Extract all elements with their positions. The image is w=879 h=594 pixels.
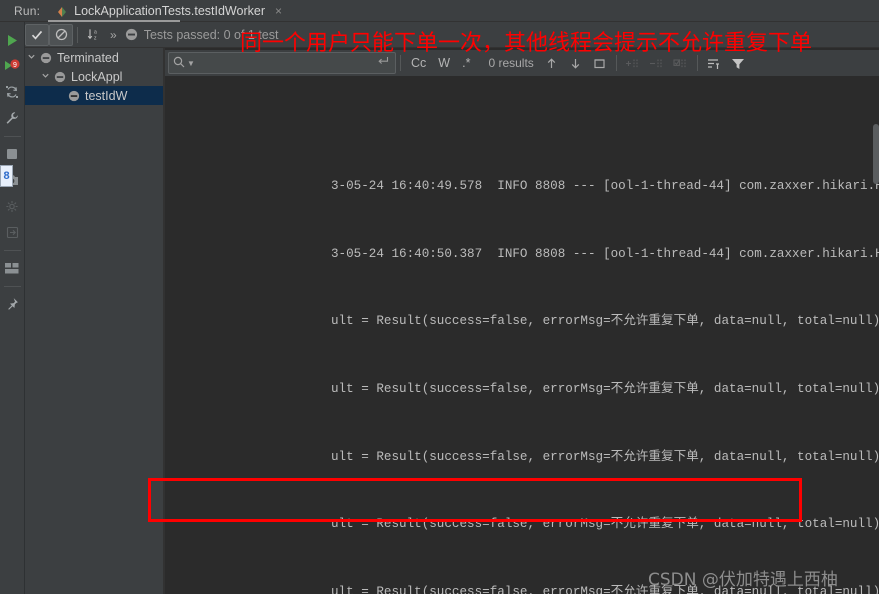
tree-item-label: Terminated	[57, 50, 119, 65]
log-line: ult = Result(success=false, errorMsg=不允许…	[331, 449, 879, 464]
search-history-chevron-icon[interactable]: ▼	[187, 59, 195, 68]
tree-item-label: LockAppl	[71, 69, 123, 84]
run-label: Run:	[14, 3, 41, 18]
dump-threads-button	[1, 194, 23, 218]
rerun-button[interactable]	[1, 28, 23, 52]
rerun-failed-tests-button[interactable]: 9	[1, 54, 23, 78]
pin-tab-button[interactable]	[1, 292, 23, 316]
toolbar-divider	[3, 136, 21, 137]
terminated-icon	[52, 71, 67, 83]
run-actions-toolbar: 9 8	[0, 22, 25, 594]
search-divider	[400, 55, 401, 71]
tab-title: LockApplicationTests.testIdWorker	[74, 3, 265, 18]
close-icon[interactable]: ×	[275, 4, 282, 18]
breakpoint-edge-marker: 8	[0, 165, 13, 187]
toolbar-divider-2	[3, 250, 21, 251]
console-output-area[interactable]: 3-05-24 16:40:49.578 INFO 8808 --- [ool-…	[165, 48, 879, 594]
search-input[interactable]	[196, 56, 377, 70]
tree-item-testidworker[interactable]: testIdW	[25, 86, 163, 105]
log-line: 3-05-24 16:40:49.578 INFO 8808 --- [ool-…	[331, 179, 879, 194]
toolbar-divider-3	[3, 286, 21, 287]
stop-button[interactable]	[1, 142, 23, 166]
run-tab-bar: Run: LockApplicationTests.testIdWorker ×	[0, 0, 879, 22]
sort-alphabetically-button[interactable]: a z	[82, 24, 106, 46]
expand-toolbar-button[interactable]: »	[106, 28, 121, 42]
test-tree-panel: Terminated LockAppl testIdW	[25, 48, 163, 578]
svg-text:9: 9	[13, 62, 17, 69]
chevron-down-icon[interactable]	[39, 71, 52, 82]
tab-lockapplicationtests[interactable]: LockApplicationTests.testIdWorker ×	[50, 0, 290, 22]
console-log-lines: 3-05-24 16:40:49.578 INFO 8808 --- [ool-…	[330, 124, 879, 594]
toolbar-divider	[77, 26, 78, 43]
show-passed-toggle[interactable]	[25, 23, 49, 46]
toggle-auto-test-button[interactable]	[1, 80, 23, 104]
watermark-text: CSDN @伏加特遇上西柚	[648, 570, 838, 590]
log-line: ult = Result(success=false, errorMsg=不允许…	[331, 517, 879, 532]
tree-item-terminated[interactable]: Terminated	[25, 48, 163, 67]
annotation-headline: 同一个用户只能下单一次，其他线程会提示不允许重复下单	[240, 31, 813, 56]
svg-text:a: a	[94, 29, 97, 35]
show-ignored-toggle[interactable]	[49, 23, 73, 46]
search-icon	[173, 56, 185, 71]
wrap-return-icon[interactable]	[377, 56, 389, 70]
chevron-down-icon[interactable]	[25, 52, 38, 63]
settings-wrench-button[interactable]	[1, 106, 23, 130]
terminated-icon	[125, 28, 137, 41]
tree-item-lockapplicationtests[interactable]: LockAppl	[25, 67, 163, 86]
export-test-results-button	[1, 220, 23, 244]
search-divider-2	[615, 55, 617, 71]
console-vertical-scrollbar[interactable]	[873, 124, 879, 184]
tree-item-label: testIdW	[85, 88, 128, 103]
svg-text:z: z	[94, 36, 97, 41]
test-run-configuration-icon	[56, 5, 68, 17]
log-line: ult = Result(success=false, errorMsg=不允许…	[331, 382, 879, 397]
terminated-icon	[66, 90, 81, 102]
ide-run-tool-window: Run: LockApplicationTests.testIdWorker ×…	[0, 0, 879, 594]
search-divider-3	[696, 55, 698, 71]
log-line: ult = Result(success=false, errorMsg=不允许…	[331, 314, 879, 329]
terminated-icon	[38, 52, 53, 64]
search-results-count: 0 results	[488, 56, 534, 70]
log-line: 3-05-24 16:40:50.387 INFO 8808 --- [ool-…	[331, 246, 879, 261]
layout-button[interactable]	[1, 256, 23, 280]
